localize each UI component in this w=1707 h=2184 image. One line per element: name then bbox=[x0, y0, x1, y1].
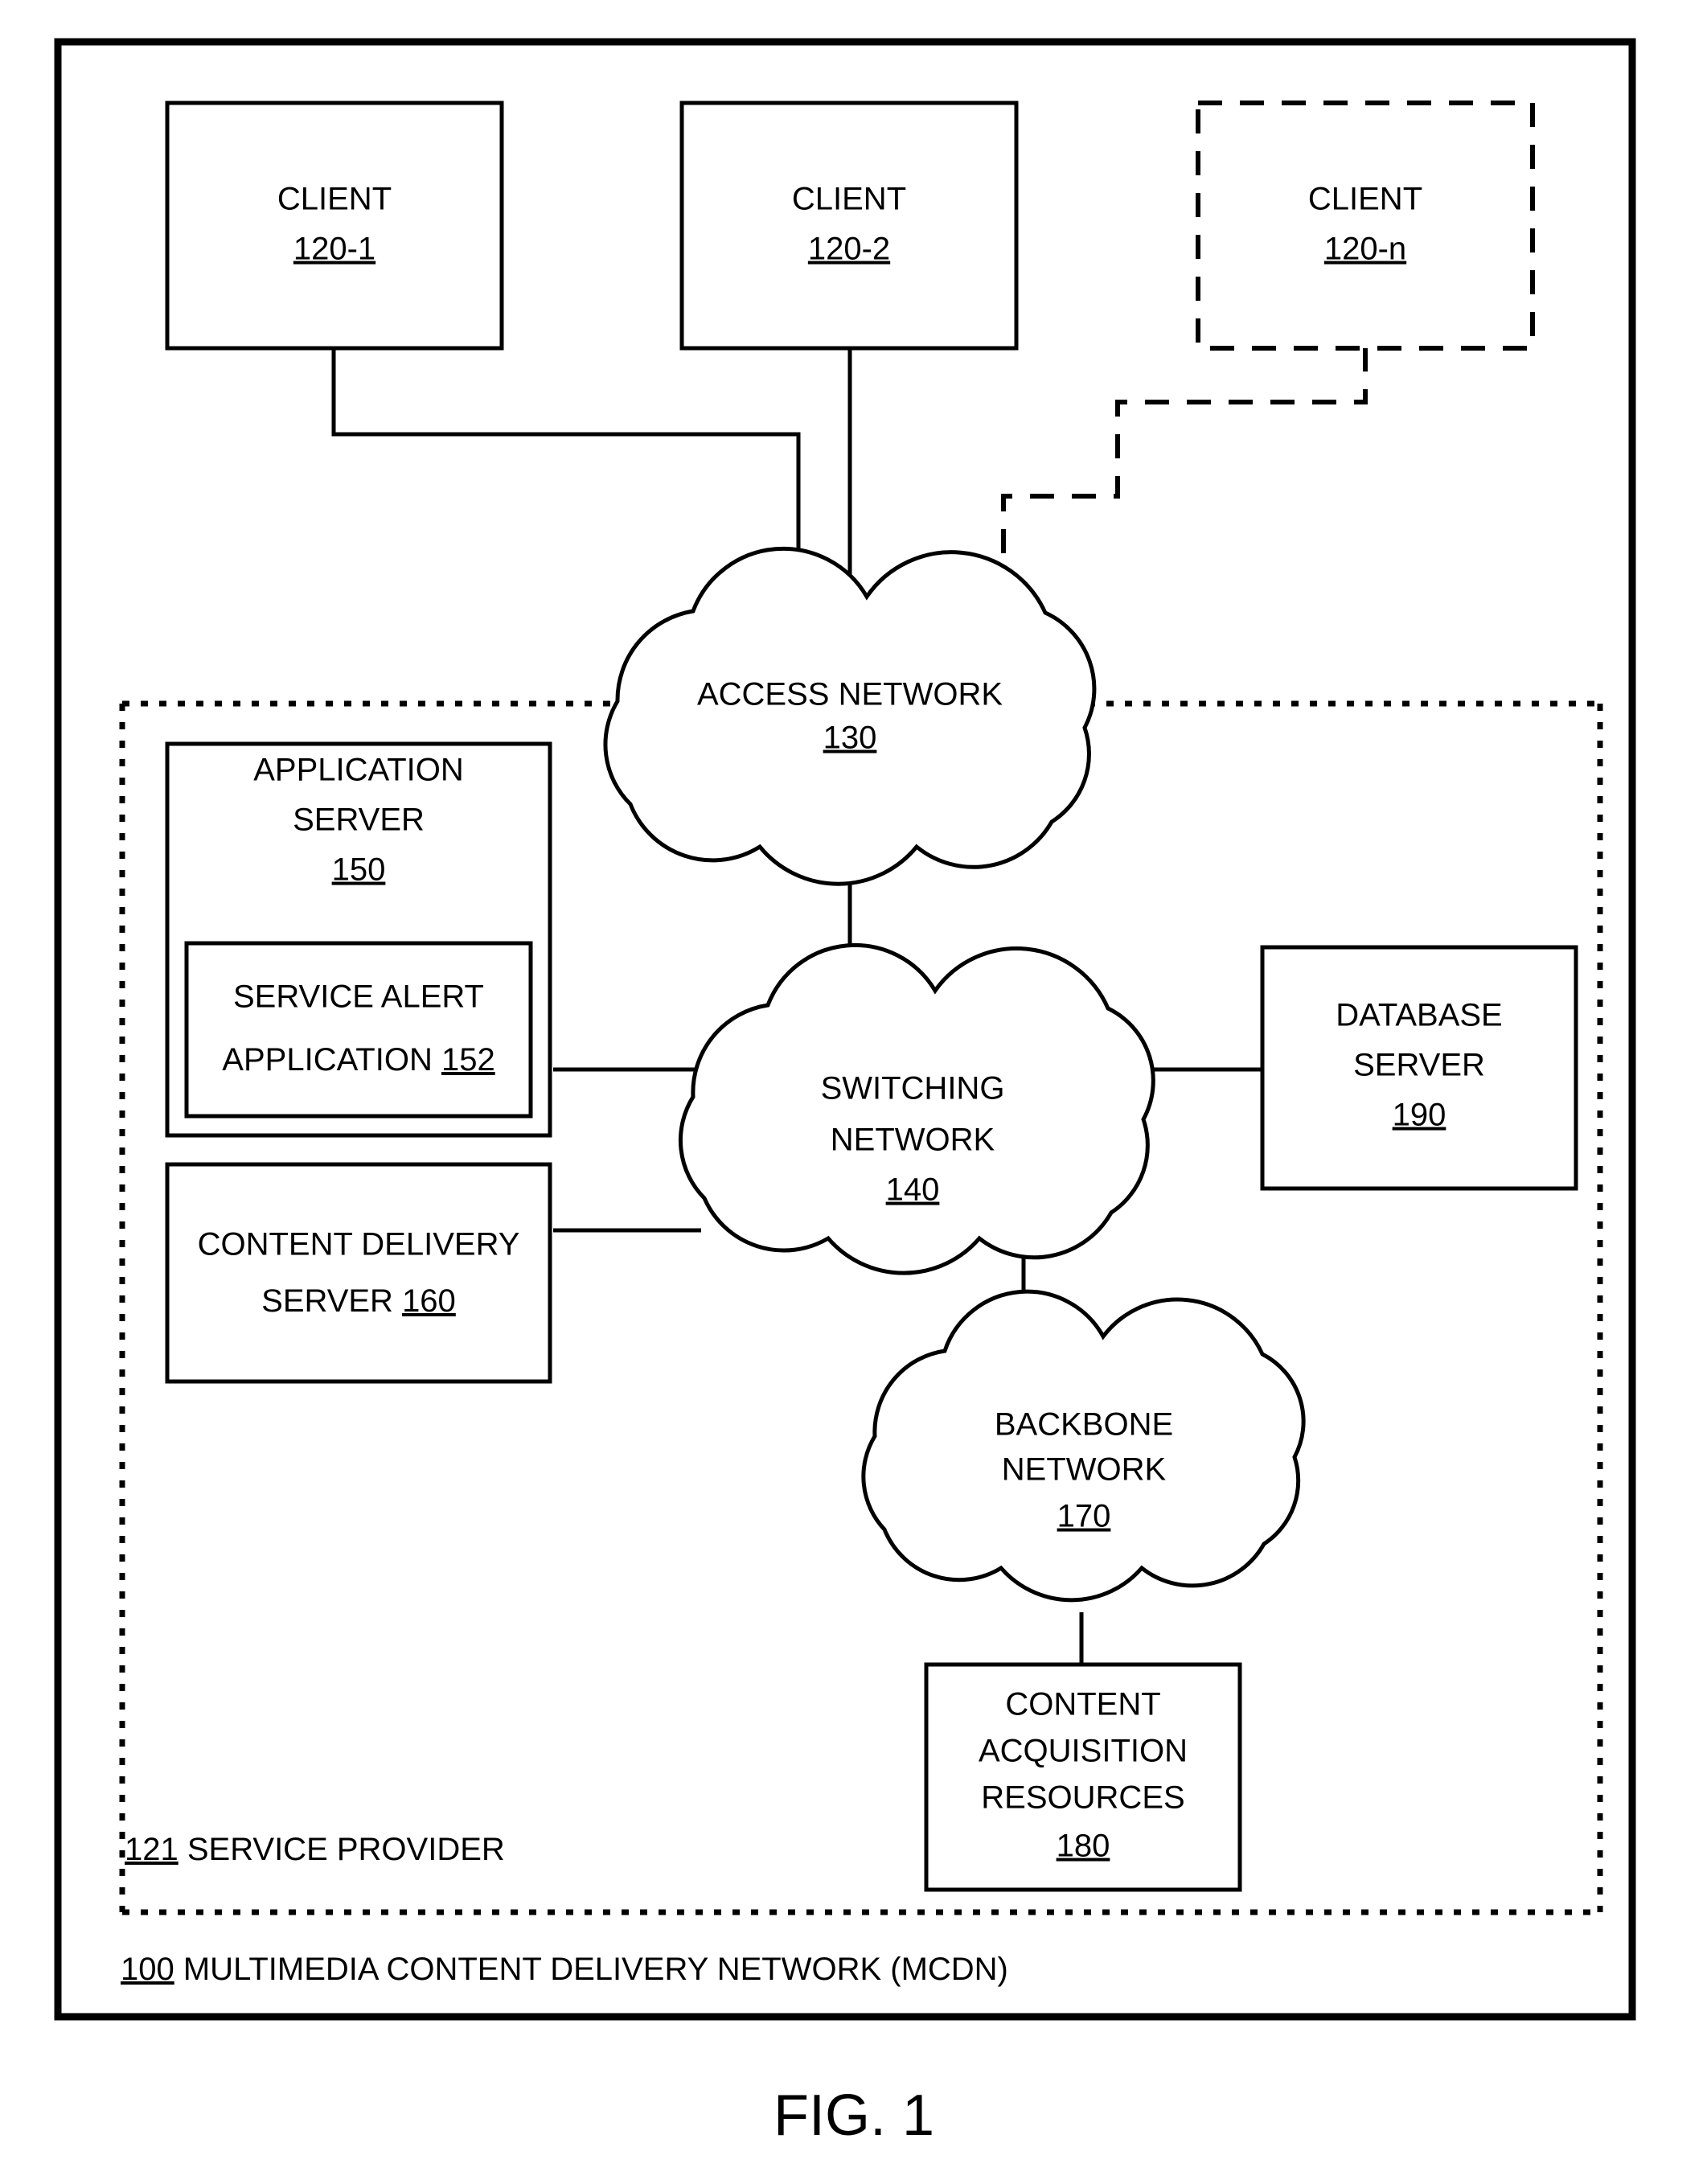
application-server-node[interactable]: APPLICATION SERVER 150 SERVICE ALERT APP… bbox=[165, 741, 552, 1138]
content-acquisition-ref: 180 bbox=[1057, 1829, 1110, 1864]
switching-network-ref: 140 bbox=[886, 1172, 940, 1208]
service-alert-application-label-line2-group: APPLICATION 152 bbox=[222, 1042, 494, 1078]
client-120-n-box[interactable] bbox=[1196, 101, 1535, 351]
client-120-n-label: CLIENT bbox=[1308, 182, 1422, 217]
database-server-label-line1: DATABASE bbox=[1336, 998, 1502, 1033]
client-120-2-label: CLIENT bbox=[792, 182, 906, 217]
service-alert-application-ref: 152 bbox=[441, 1042, 495, 1078]
figure-caption: FIG. 1 bbox=[773, 2083, 934, 2148]
application-server-label-line2: SERVER bbox=[293, 803, 425, 838]
mcdn-label: MULTIMEDIA CONTENT DELIVERY NETWORK (MCD… bbox=[174, 1952, 1008, 1987]
service-alert-application-node[interactable]: SERVICE ALERT APPLICATION 152 bbox=[184, 941, 533, 1119]
application-server-ref: 150 bbox=[332, 852, 386, 888]
content-acquisition-label-line1: CONTENT bbox=[1005, 1687, 1160, 1722]
client-120-1-label: CLIENT bbox=[277, 182, 392, 217]
switching-network-label-line1: SWITCHING bbox=[821, 1071, 1005, 1106]
link-client1-to-access-network bbox=[331, 347, 801, 595]
switching-network-label-line2: NETWORK bbox=[831, 1123, 995, 1158]
access-network-ref: 130 bbox=[823, 720, 877, 756]
client-120-2-node[interactable]: CLIENT 120-2 bbox=[679, 101, 1019, 351]
service-alert-application-label-line2: APPLICATION bbox=[222, 1042, 441, 1078]
service-alert-application-label-line1: SERVICE ALERT bbox=[233, 979, 484, 1015]
service-provider-ref: 121 bbox=[125, 1832, 178, 1867]
client-120-1-box[interactable] bbox=[165, 101, 504, 351]
patent-figure: ACCESS NETWORK 130 SWITCHING NETWORK 140… bbox=[0, 0, 1707, 2184]
content-acquisition-resources-node[interactable]: CONTENT ACQUISITION RESOURCES 180 bbox=[924, 1662, 1242, 1892]
content-delivery-server-ref: 160 bbox=[402, 1283, 456, 1319]
client-120-1-ref: 120-1 bbox=[293, 232, 375, 267]
client-120-1-node[interactable]: CLIENT 120-1 bbox=[165, 101, 504, 351]
content-delivery-server-label-line1: CONTENT DELIVERY bbox=[198, 1227, 520, 1262]
access-network-cloud bbox=[603, 546, 1097, 886]
database-server-ref: 190 bbox=[1393, 1098, 1446, 1133]
client-120-n-ref: 120-n bbox=[1324, 232, 1406, 267]
client-120-n-node[interactable]: CLIENT 120-n bbox=[1196, 101, 1535, 351]
access-network-label: ACCESS NETWORK bbox=[697, 677, 1003, 712]
mcdn-ref: 100 bbox=[121, 1952, 174, 1987]
content-delivery-server-label-line2-group: SERVER 160 bbox=[261, 1283, 456, 1319]
database-server-label-line2: SERVER bbox=[1353, 1048, 1485, 1083]
mcdn-architecture-diagram: ACCESS NETWORK 130 SWITCHING NETWORK 140… bbox=[54, 38, 1636, 2148]
link-clientn-to-access-network bbox=[1001, 347, 1368, 613]
content-delivery-server-node[interactable]: CONTENT DELIVERY SERVER 160 bbox=[165, 1162, 552, 1384]
backbone-network-cloud bbox=[861, 1289, 1306, 1603]
backbone-network-ref: 170 bbox=[1057, 1499, 1111, 1534]
switching-network-cloud bbox=[678, 942, 1155, 1275]
service-alert-application-box[interactable] bbox=[184, 941, 533, 1119]
client-120-2-box[interactable] bbox=[679, 101, 1019, 351]
service-provider-label: SERVICE PROVIDER bbox=[178, 1832, 505, 1867]
service-provider-label-group: 121 SERVICE PROVIDER bbox=[125, 1832, 505, 1867]
client-120-2-ref: 120-2 bbox=[808, 232, 890, 267]
content-delivery-server-box[interactable] bbox=[165, 1162, 552, 1384]
content-acquisition-label-line2: ACQUISITION bbox=[979, 1734, 1188, 1769]
backbone-network-label-line1: BACKBONE bbox=[995, 1407, 1173, 1443]
mcdn-label-group: 100 MULTIMEDIA CONTENT DELIVERY NETWORK … bbox=[121, 1952, 1008, 1987]
database-server-node[interactable]: DATABASE SERVER 190 bbox=[1260, 945, 1578, 1191]
content-acquisition-label-line3: RESOURCES bbox=[981, 1780, 1184, 1816]
application-server-label-line1: APPLICATION bbox=[253, 753, 464, 788]
content-delivery-server-label-line2: SERVER bbox=[261, 1283, 402, 1319]
backbone-network-label-line2: NETWORK bbox=[1002, 1452, 1167, 1488]
